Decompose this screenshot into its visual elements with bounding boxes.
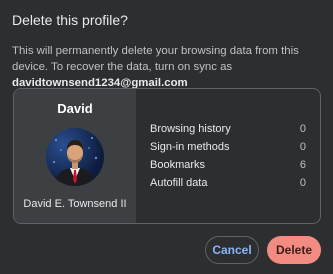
avatar xyxy=(46,128,104,186)
profile-panel: David David E. Townsend II xyxy=(14,89,136,223)
delete-profile-dialog: Delete this profile? This will permanent… xyxy=(0,0,333,274)
dialog-buttons: Cancel Delete xyxy=(205,236,321,264)
profile-name: David xyxy=(57,101,93,116)
delete-button[interactable]: Delete xyxy=(267,236,321,264)
stat-row-autofill-data: Autofill data 0 xyxy=(150,177,306,189)
data-summary: Browsing history 0 Sign-in methods 0 Boo… xyxy=(136,89,320,223)
stat-count: 0 xyxy=(299,141,306,153)
stat-row-bookmarks: Bookmarks 6 xyxy=(150,159,306,171)
stat-label: Browsing history xyxy=(150,123,231,135)
dialog-description: This will permanently delete your browsi… xyxy=(12,43,324,91)
stat-count: 6 xyxy=(299,159,306,171)
profile-full-name: David E. Townsend II xyxy=(23,198,127,210)
description-text: This will permanently delete your browsi… xyxy=(12,45,299,73)
stat-count: 0 xyxy=(299,177,306,189)
stat-row-sign-in-methods: Sign-in methods 0 xyxy=(150,141,306,153)
stat-count: 0 xyxy=(299,123,306,135)
dialog-title: Delete this profile? xyxy=(12,12,128,28)
stat-row-browsing-history: Browsing history 0 xyxy=(150,123,306,135)
stat-label: Bookmarks xyxy=(150,159,206,171)
profile-summary-card: David David E. Townsend II Browsing hist… xyxy=(13,88,321,224)
stat-label: Sign-in methods xyxy=(150,141,230,153)
stat-label: Autofill data xyxy=(150,177,208,189)
cancel-button[interactable]: Cancel xyxy=(205,236,259,264)
profile-photo-icon xyxy=(53,137,98,186)
